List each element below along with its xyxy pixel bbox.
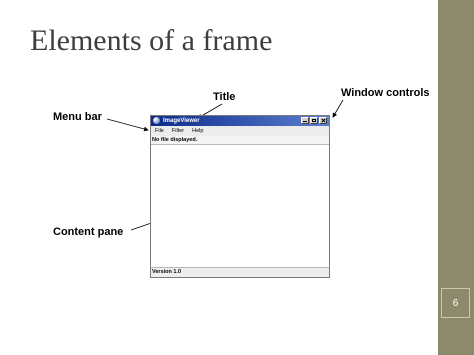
window-title: ImageViewer [163,118,200,124]
content-pane [151,145,329,267]
callout-title: Title [213,91,236,103]
arrow-window-controls [332,99,344,118]
menu-help[interactable]: Help [192,126,203,136]
slide: Elements of a frame Title Window control… [0,0,474,355]
file-status-label: No file displayed. [151,136,329,145]
arrow-menu-bar [106,118,149,132]
menu-file[interactable]: File [155,126,164,136]
version-label: Version 1.0 [151,267,329,277]
menu-bar: File Filter Help [151,126,329,136]
slide-title: Elements of a frame [30,24,273,57]
menu-filter[interactable]: Filter [172,126,184,136]
minimize-icon[interactable] [301,117,309,124]
image-viewer-window: ImageViewer File Filter Help No file dis… [150,115,330,278]
callout-window-controls: Window controls [341,87,430,99]
callout-menu-bar: Menu bar [53,111,102,123]
page-number: 6 [441,288,470,318]
window-titlebar: ImageViewer [151,116,329,126]
close-icon[interactable] [319,117,327,124]
callout-content-pane: Content pane [53,226,124,238]
window-controls [301,117,327,124]
app-icon [153,117,160,124]
maximize-icon[interactable] [310,117,318,124]
